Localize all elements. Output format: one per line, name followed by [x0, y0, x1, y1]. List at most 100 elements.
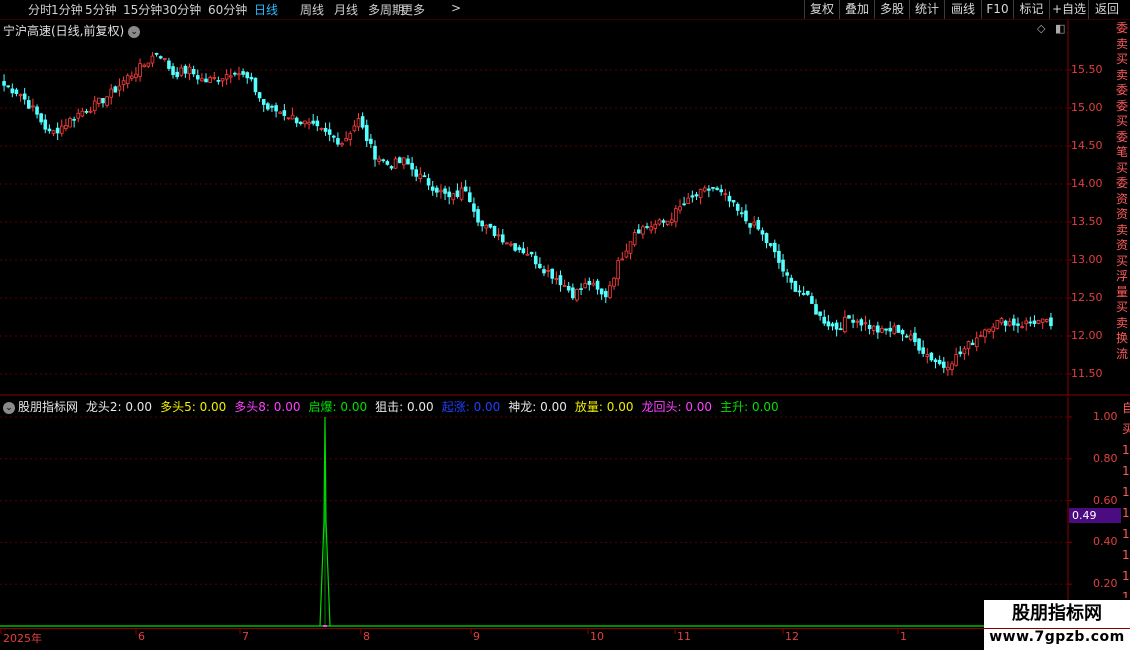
candle	[76, 112, 81, 119]
indicator-legend-label: 龙回头	[641, 400, 678, 414]
candle	[1045, 319, 1049, 322]
indicator-legend-value: 0.00	[406, 400, 434, 414]
candle	[286, 117, 291, 120]
right-panel-glyph: 换	[1116, 331, 1129, 345]
right-panel-glyph: 买	[1116, 114, 1129, 128]
candle	[974, 337, 979, 348]
candle	[31, 105, 35, 108]
right-panel-glyph: 买	[1116, 253, 1129, 268]
indicator-legend-label: 起涨	[441, 400, 466, 414]
period-tab[interactable]: 30分钟	[162, 1, 201, 18]
indicator-chart[interactable]	[0, 397, 1130, 630]
candle	[72, 118, 76, 121]
candle	[134, 73, 138, 78]
toolbar-button[interactable]: 返回	[1088, 0, 1125, 19]
candle	[632, 232, 637, 246]
right-panel-glyph: 买	[1116, 300, 1129, 314]
collapse-icon[interactable]: ⌄	[128, 26, 141, 38]
toolbar-button[interactable]: 多股	[874, 0, 909, 19]
candle	[253, 77, 258, 93]
candle	[443, 188, 447, 194]
diamond-icon[interactable]: ◇	[1037, 23, 1049, 35]
toolbar-button[interactable]: +自选	[1049, 0, 1088, 19]
right-panel-glyph: 卖	[1116, 222, 1129, 237]
candle	[299, 121, 303, 124]
right-panel-glyph: 1	[1122, 443, 1130, 457]
candle	[636, 229, 641, 234]
period-tab[interactable]: 日线	[254, 1, 278, 18]
candle	[249, 76, 254, 80]
candlestick-chart[interactable]	[0, 20, 1130, 396]
period-tab[interactable]: 分时	[28, 1, 52, 18]
candle	[1032, 320, 1037, 324]
price-axis-label: 13.50	[1071, 215, 1103, 228]
candle	[727, 195, 732, 202]
candle	[826, 321, 831, 327]
candle	[451, 193, 456, 201]
candle	[818, 311, 822, 316]
candle	[562, 285, 567, 288]
candle	[941, 361, 946, 368]
price-axis-label: 14.50	[1071, 139, 1103, 152]
candle	[130, 75, 134, 79]
period-tab[interactable]: 1分钟	[51, 1, 83, 18]
candle	[26, 100, 31, 109]
toolbar-button[interactable]: 标记	[1013, 0, 1049, 19]
toolbar-button[interactable]: F10	[981, 0, 1013, 19]
candle	[47, 128, 52, 132]
candle	[422, 175, 427, 178]
right-panel-glyph: 1	[1122, 590, 1130, 598]
candle	[620, 258, 625, 261]
right-panel-glyph: 买	[1116, 160, 1129, 175]
indicator-legend-value: 0.00	[606, 400, 634, 414]
candle	[805, 290, 810, 295]
candle	[241, 71, 245, 75]
candle	[389, 166, 394, 169]
more-arrow-icon[interactable]: >	[451, 1, 461, 15]
period-tab[interactable]: 月线	[334, 1, 358, 18]
toolbar-button[interactable]: 画线	[944, 0, 981, 19]
indicator-axis-label: 0.80	[1093, 451, 1118, 465]
period-tab[interactable]: 周线	[300, 1, 324, 18]
period-tab[interactable]: 15分钟	[123, 1, 162, 18]
candle	[2, 81, 6, 86]
indicator-axis-label: 0.60	[1093, 493, 1118, 507]
candle	[377, 158, 381, 162]
period-tab[interactable]: 更多	[401, 1, 425, 18]
right-panel-glyph: 笔	[1116, 145, 1129, 159]
candle	[772, 242, 777, 253]
toolbar-button[interactable]: 统计	[909, 0, 944, 19]
candle	[496, 234, 501, 237]
candle	[142, 64, 146, 68]
indicator-legend-value: 0.00	[540, 400, 567, 414]
candle	[323, 127, 328, 132]
candle	[319, 127, 324, 130]
right-panel-glyph: 自	[1122, 401, 1130, 415]
right-panel-glyph: 委	[1116, 83, 1129, 97]
candle	[51, 130, 56, 134]
period-tab[interactable]: 5分钟	[85, 1, 117, 18]
candle	[1024, 320, 1029, 325]
candle	[760, 230, 765, 235]
candle	[426, 178, 431, 186]
candle	[797, 290, 802, 293]
candle	[117, 85, 122, 91]
period-tab[interactable]: 60分钟	[208, 1, 247, 18]
candle	[22, 93, 27, 100]
candle	[748, 223, 752, 228]
indicator-legend-value: 0.00	[751, 400, 779, 414]
candle	[266, 103, 270, 110]
candle	[830, 323, 835, 327]
candle	[612, 277, 616, 287]
right-panel-glyph: 买	[1116, 52, 1129, 66]
right-panel-glyph: 流	[1116, 346, 1129, 361]
candle	[146, 62, 151, 67]
period-tab[interactable]: 多周期	[368, 1, 404, 18]
window-icon[interactable]: ◧	[1055, 23, 1067, 35]
toolbar-button[interactable]: 复权	[804, 0, 839, 19]
toolbar-button[interactable]: 叠加	[839, 0, 874, 19]
candle	[204, 78, 208, 83]
collapse-icon[interactable]: ⌄	[3, 402, 15, 414]
candle	[331, 135, 336, 138]
candle	[946, 366, 950, 371]
